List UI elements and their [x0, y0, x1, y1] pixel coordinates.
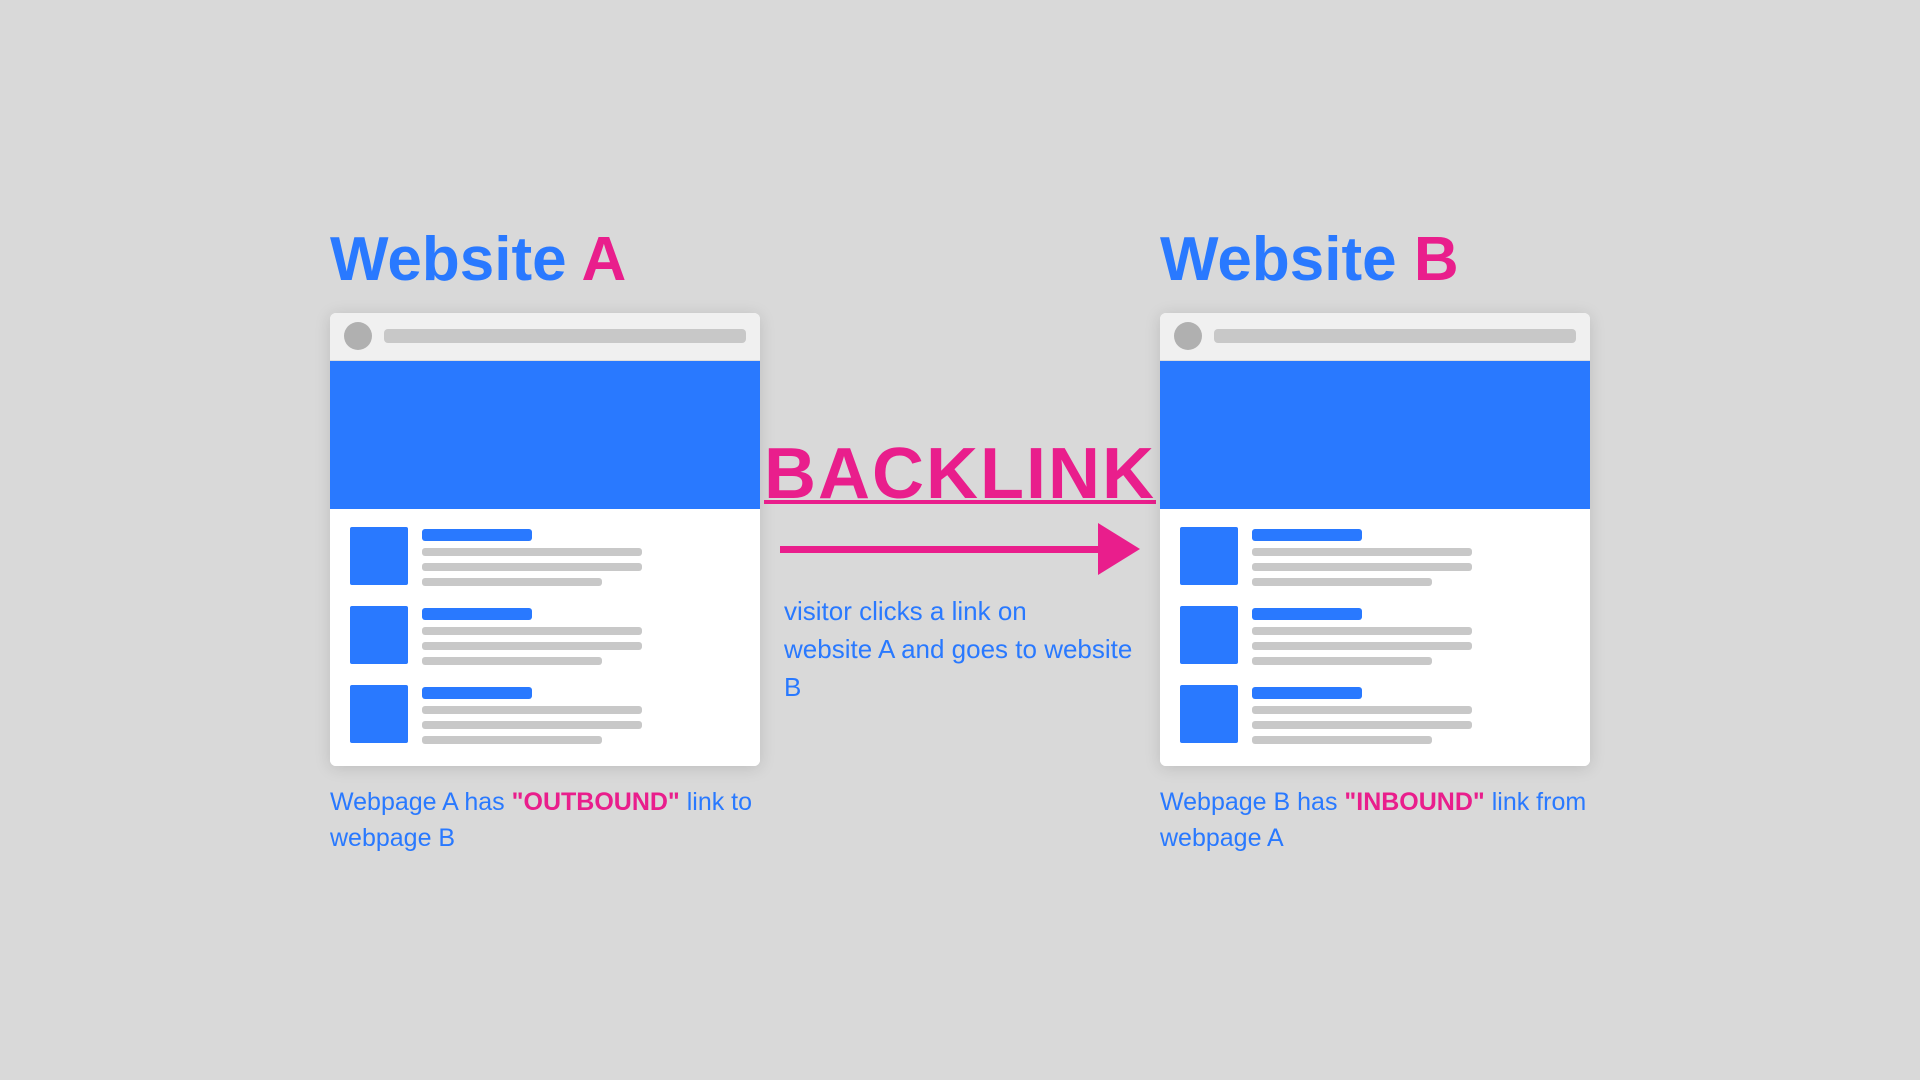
website-b-section: Website B	[1160, 224, 1590, 857]
website-b-title-main: Website	[1160, 225, 1414, 294]
backlink-label: BACKLINK	[764, 433, 1156, 515]
main-container: Website A	[0, 0, 1920, 1080]
website-a-line-2b	[422, 642, 642, 650]
website-a-line-2a	[422, 627, 642, 635]
description-line2: website A and goes to website B	[784, 634, 1132, 702]
website-a-thumb-1	[350, 527, 408, 585]
website-b-lines-3	[1252, 685, 1472, 744]
arrow-head	[1098, 523, 1140, 575]
website-a-section: Website A	[330, 224, 760, 857]
website-b-line-2c	[1252, 657, 1432, 665]
website-b-caption: Webpage B has "INBOUND" link from webpag…	[1160, 784, 1590, 857]
website-a-lines-2	[422, 606, 642, 665]
description-line1: visitor clicks a link on	[784, 596, 1027, 626]
website-a-line-1c	[422, 578, 602, 586]
website-a-lines-1	[422, 527, 642, 586]
website-a-browser	[330, 313, 760, 766]
website-a-item-2	[350, 606, 740, 665]
website-b-item-2	[1180, 606, 1570, 665]
website-b-line-1c	[1252, 578, 1432, 586]
website-a-content	[330, 509, 760, 766]
website-a-caption-normal: Webpage A has	[330, 788, 512, 816]
website-b-caption-highlight: "INBOUND"	[1344, 788, 1484, 816]
website-b-thumb-1	[1180, 527, 1238, 585]
website-a-toolbar	[330, 313, 760, 361]
website-a-hero	[330, 361, 760, 509]
website-b-line-3b	[1252, 721, 1472, 729]
website-b-title-letter: B	[1414, 225, 1459, 294]
website-a-line-3c	[422, 736, 602, 744]
website-b-toolbar	[1160, 313, 1590, 361]
website-b-caption-normal: Webpage B has	[1160, 788, 1344, 816]
website-a-title-main: Website	[330, 225, 582, 294]
website-b-lines-1	[1252, 527, 1472, 586]
website-a-caption: Webpage A has "OUTBOUND" link to webpage…	[330, 784, 760, 857]
website-b-hero	[1160, 361, 1590, 509]
website-a-thumb-2	[350, 606, 408, 664]
arrow-line	[780, 546, 1098, 553]
website-b-address	[1214, 329, 1576, 343]
website-a-title-letter: A	[582, 225, 627, 294]
website-b-browser	[1160, 313, 1590, 766]
website-a-line-3a	[422, 706, 642, 714]
website-a-lines-3	[422, 685, 642, 744]
content-row: Website A	[0, 224, 1920, 857]
website-a-line-1b	[422, 563, 642, 571]
description-text: visitor clicks a link on website A and g…	[780, 593, 1140, 706]
website-a-item-3	[350, 685, 740, 744]
website-a-caption-highlight: "OUTBOUND"	[512, 788, 680, 816]
website-a-title-bar-3	[422, 687, 532, 699]
middle-section: BACKLINK visitor clicks a link on websit…	[780, 433, 1140, 706]
website-b-item-1	[1180, 527, 1570, 586]
website-b-item-3	[1180, 685, 1570, 744]
website-b-title-bar-3	[1252, 687, 1362, 699]
website-a-line-3b	[422, 721, 642, 729]
website-b-title: Website B	[1160, 224, 1459, 295]
website-b-title-bar-2	[1252, 608, 1362, 620]
website-b-content	[1160, 509, 1590, 766]
website-b-lines-2	[1252, 606, 1472, 665]
website-b-line-2b	[1252, 642, 1472, 650]
website-b-thumb-3	[1180, 685, 1238, 743]
website-b-line-2a	[1252, 627, 1472, 635]
website-b-thumb-2	[1180, 606, 1238, 664]
website-b-title-bar-1	[1252, 529, 1362, 541]
website-a-thumb-3	[350, 685, 408, 743]
website-a-address	[384, 329, 746, 343]
website-a-title: Website A	[330, 224, 626, 295]
website-a-line-1a	[422, 548, 642, 556]
website-a-title-bar-2	[422, 608, 532, 620]
website-a-title-bar-1	[422, 529, 532, 541]
website-b-line-3c	[1252, 736, 1432, 744]
website-b-line-3a	[1252, 706, 1472, 714]
website-a-dot	[344, 322, 372, 350]
arrow-row	[780, 523, 1140, 575]
website-b-line-1a	[1252, 548, 1472, 556]
website-a-item-1	[350, 527, 740, 586]
website-a-line-2c	[422, 657, 602, 665]
website-b-dot	[1174, 322, 1202, 350]
website-b-line-1b	[1252, 563, 1472, 571]
